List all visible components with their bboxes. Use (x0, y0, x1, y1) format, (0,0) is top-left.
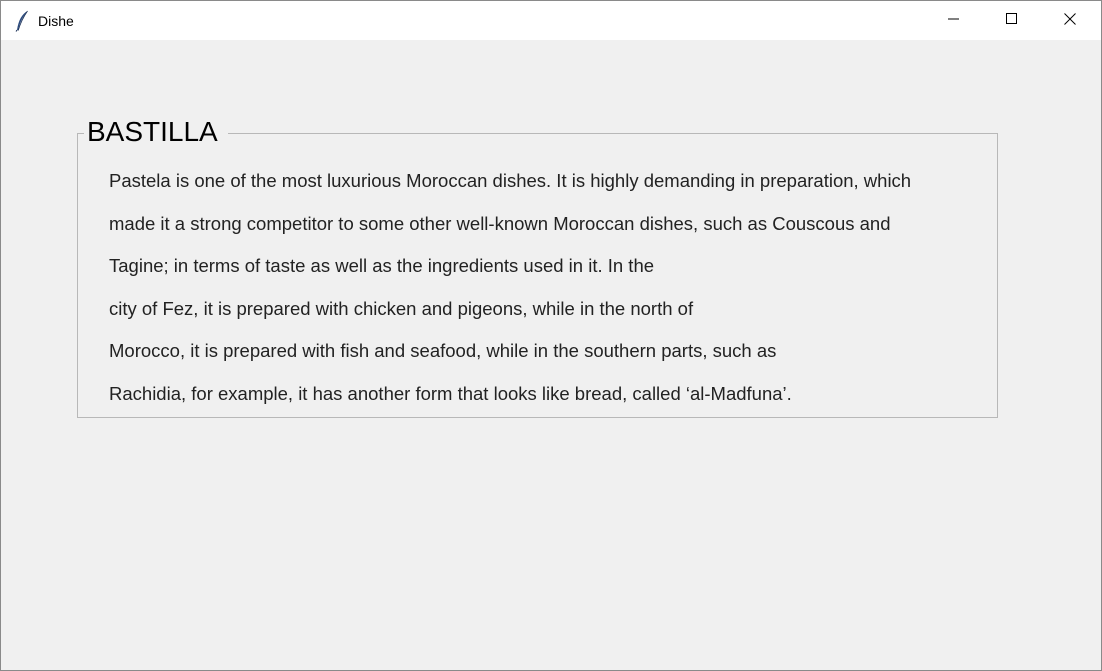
description-line: made it a strong competitor to some othe… (109, 212, 891, 234)
dish-description: Pastela is one of the most luxurious Mor… (109, 160, 911, 416)
feather-icon (15, 10, 29, 32)
description-line: Rachidia, for example, it has another fo… (109, 382, 792, 404)
maximize-icon (1006, 12, 1018, 30)
description-line: Morocco, it is prepared with fish and se… (109, 340, 777, 362)
dish-label-frame: BASTILLA Pastela is one of the most luxu… (77, 117, 998, 418)
maximize-button[interactable] (983, 1, 1041, 40)
minimize-icon (948, 12, 960, 30)
close-icon (1064, 12, 1076, 30)
description-line: Pastela is one of the most luxurious Mor… (109, 170, 912, 191)
window-content: BASTILLA Pastela is one of the most luxu… (1, 40, 1101, 670)
dish-title: BASTILLA (84, 117, 228, 147)
title-bar[interactable]: Dishe (1, 1, 1101, 40)
window-title: Dishe (38, 13, 74, 29)
close-button[interactable] (1041, 1, 1099, 40)
description-line: city of Fez, it is prepared with chicken… (109, 297, 694, 319)
app-window: Dishe BASTILLA Pastela is one of the mos… (0, 0, 1102, 671)
minimize-button[interactable] (925, 1, 983, 40)
description-line: Tagine; in terms of taste as well as the… (109, 255, 655, 277)
